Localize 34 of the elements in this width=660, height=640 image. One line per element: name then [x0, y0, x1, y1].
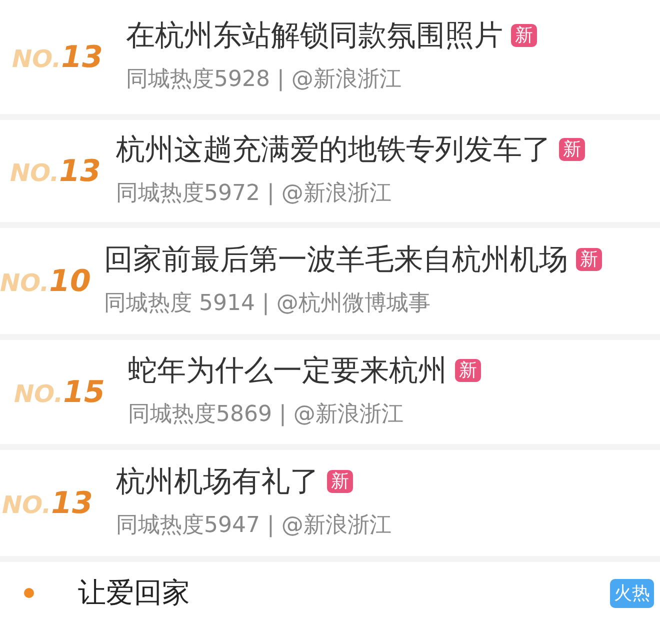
- trending-item[interactable]: NO.15 蛇年为什么一定要来杭州 新 同城热度5869 | @新浪浙江: [0, 340, 660, 450]
- topic-meta: 同城热度5972 | @新浪浙江: [116, 180, 392, 208]
- topic-title: 蛇年为什么一定要来杭州: [128, 353, 447, 388]
- new-tag: 新: [576, 248, 602, 272]
- topic-title: 回家前最后第一波羊毛来自杭州机场: [104, 242, 568, 277]
- topic-title: 杭州这趟充满爱的地铁专列发车了: [116, 132, 551, 167]
- topic-title: 让爱回家: [78, 575, 190, 611]
- rank-prefix: NO.: [10, 158, 60, 188]
- rank-number: 10: [49, 262, 91, 300]
- trending-item[interactable]: NO.13 杭州这趟充满爱的地铁专列发车了 新 同城热度5972 | @新浪浙江: [0, 120, 660, 228]
- rank-prefix: NO.: [14, 378, 64, 410]
- topic-meta: 同城热度5928 | @新浪浙江: [126, 66, 402, 94]
- trending-item[interactable]: NO.10 回家前最后第一波羊毛来自杭州机场 新 同城热度 5914 | @杭州微博城事: [0, 228, 660, 340]
- trending-item[interactable]: NO.13 在杭州东站解锁同款氛围照片 新 同城热度5928 | @新浪浙江: [0, 0, 660, 120]
- hot-topic-item[interactable]: 让爱回家 火热: [0, 562, 660, 624]
- trending-item[interactable]: NO.13 杭州机场有礼了 新 同城热度5947 | @新浪浙江: [0, 450, 660, 562]
- rank-prefix: NO.: [2, 490, 52, 520]
- topic-title: 杭州机场有礼了: [116, 464, 319, 499]
- bullet-icon: [24, 588, 34, 598]
- new-tag: 新: [511, 24, 537, 48]
- new-tag: 新: [455, 358, 481, 382]
- topic-meta: 同城热度 5914 | @杭州微博城事: [104, 290, 432, 318]
- topic-title: 在杭州东站解锁同款氛围照片: [126, 18, 503, 53]
- rank-prefix: NO.: [12, 44, 62, 74]
- new-tag: 新: [559, 138, 585, 162]
- new-tag: 新: [327, 470, 353, 494]
- rank-number: 13: [59, 152, 101, 190]
- topic-meta: 同城热度5869 | @新浪浙江: [128, 400, 404, 429]
- rank-number: 13: [61, 38, 103, 76]
- rank-number: 15: [63, 374, 105, 412]
- rank-number: 13: [51, 484, 93, 522]
- rank-prefix: NO.: [0, 268, 50, 298]
- hot-tag: 火热: [610, 578, 654, 608]
- topic-meta: 同城热度5947 | @新浪浙江: [116, 512, 392, 540]
